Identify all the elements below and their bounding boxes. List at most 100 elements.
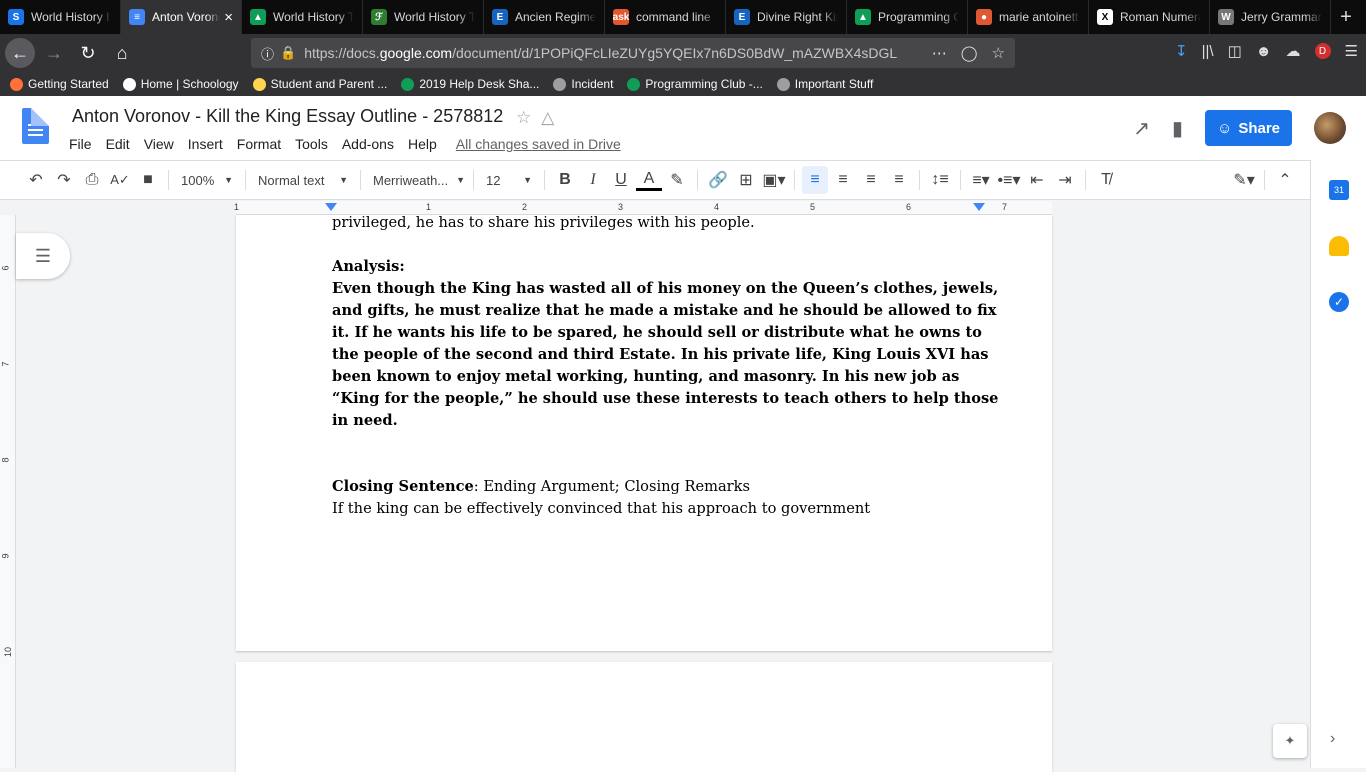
document-outline-button[interactable]: ☰: [16, 233, 70, 279]
document-title[interactable]: Anton Voronov - Kill the King Essay Outl…: [72, 106, 503, 127]
bold-icon[interactable]: B: [552, 166, 578, 194]
profile-badge-icon[interactable]: D: [1314, 43, 1331, 59]
comment-icon[interactable]: ▮: [1172, 116, 1183, 141]
menu-view[interactable]: View: [137, 134, 181, 154]
decrease-indent-icon[interactable]: ⇤: [1024, 166, 1050, 194]
italic-icon[interactable]: I: [580, 166, 606, 194]
collapse-menus-icon[interactable]: ⌃: [1272, 166, 1298, 194]
expand-panel-icon[interactable]: ›: [1330, 730, 1335, 748]
underline-icon[interactable]: U: [608, 166, 634, 194]
browser-tab[interactable]: S World History I: [0, 0, 121, 34]
new-tab-button[interactable]: +: [1331, 0, 1361, 34]
menu-insert[interactable]: Insert: [181, 134, 230, 154]
account-icon[interactable]: ☻: [1256, 43, 1272, 60]
menu-file[interactable]: File: [62, 134, 99, 154]
bookmark-star-icon[interactable]: ☆: [992, 44, 1005, 62]
keep-icon[interactable]: [1329, 236, 1349, 256]
align-center-icon[interactable]: ≡: [830, 166, 856, 194]
browser-tab[interactable]: ▲ Programming C: [847, 0, 968, 34]
insert-image-icon[interactable]: ▣▾: [761, 166, 787, 194]
star-icon[interactable]: ☆: [516, 108, 531, 128]
font-size-select[interactable]: 12 ▼: [480, 166, 538, 194]
align-right-icon[interactable]: ≡: [858, 166, 884, 194]
reload-button[interactable]: ↻: [73, 38, 103, 68]
divider: [794, 170, 795, 190]
highlight-icon[interactable]: ✎: [664, 166, 690, 194]
increase-indent-icon[interactable]: ⇥: [1052, 166, 1078, 194]
font-select[interactable]: Merriweath... ▼: [367, 166, 467, 194]
menu-edit[interactable]: Edit: [99, 134, 137, 154]
clear-formatting-icon[interactable]: T̸: [1093, 166, 1119, 194]
browser-tab[interactable]: W Jerry Grammar: [1210, 0, 1331, 34]
browser-tab[interactable]: ℱ World History T: [363, 0, 484, 34]
info-icon[interactable]: ⓘ: [261, 44, 274, 63]
divider: [1264, 170, 1265, 190]
document-body[interactable]: privileged, he has to share his privileg…: [332, 214, 998, 520]
print-icon[interactable]: ⎙: [79, 166, 105, 194]
tasks-icon[interactable]: ✓: [1329, 292, 1349, 312]
share-button[interactable]: ☺ Share: [1205, 110, 1292, 146]
explore-button[interactable]: ✦: [1273, 724, 1307, 758]
browser-tab[interactable]: X Roman Numera: [1089, 0, 1210, 34]
menu-help[interactable]: Help: [401, 134, 444, 154]
move-to-drive-icon[interactable]: △: [541, 108, 554, 128]
calendar-icon[interactable]: 31: [1329, 180, 1349, 200]
zoom-select[interactable]: 100% ▼: [175, 166, 239, 194]
docs-logo-icon[interactable]: [22, 108, 49, 144]
undo-icon[interactable]: ↶: [23, 166, 49, 194]
menu-addons[interactable]: Add-ons: [335, 134, 401, 154]
bookmark-item[interactable]: Incident: [553, 77, 613, 91]
menu-icon[interactable]: ☰: [1345, 42, 1358, 60]
close-tab-icon[interactable]: ×: [224, 9, 233, 26]
save-status-link[interactable]: All changes saved in Drive: [456, 134, 621, 154]
vertical-ruler[interactable]: 6 7 8 9 10: [0, 215, 16, 768]
sidebar-icon[interactable]: ◫: [1228, 42, 1242, 60]
browser-tab[interactable]: ● marie antoinett: [968, 0, 1089, 34]
text-color-icon[interactable]: A: [636, 169, 662, 191]
link-icon[interactable]: 🔗: [705, 166, 731, 194]
avatar[interactable]: [1314, 112, 1346, 144]
activity-trend-icon[interactable]: ↗: [1133, 116, 1150, 141]
bookmark-item[interactable]: Home | Schoology: [122, 77, 239, 91]
browser-nav-bar: ← → ↻ ⌂ ⓘ 🔒 https://docs.google.com/docu…: [0, 34, 1366, 72]
bookmark-item[interactable]: Important Stuff: [776, 77, 873, 91]
line-spacing-icon[interactable]: ↕≡: [927, 166, 953, 194]
extension-icon[interactable]: ☁: [1286, 42, 1301, 60]
redo-icon[interactable]: ↷: [51, 166, 77, 194]
align-left-icon[interactable]: ≡: [802, 166, 828, 194]
paint-format-icon[interactable]: ■: [135, 166, 161, 194]
download-icon[interactable]: ↧: [1175, 42, 1188, 60]
right-indent-marker-icon[interactable]: [973, 203, 985, 211]
address-bar[interactable]: ⓘ 🔒 https://docs.google.com/document/d/1…: [251, 38, 1015, 68]
browser-tab[interactable]: ≡ Anton Voronov ×: [121, 0, 242, 34]
forward-button[interactable]: →: [39, 38, 69, 68]
browser-tab[interactable]: ask command line: [605, 0, 726, 34]
tab-label: command line: [636, 10, 711, 24]
page-actions-icon[interactable]: ⋯: [932, 44, 947, 62]
back-button[interactable]: ←: [5, 38, 35, 68]
bulleted-list-icon[interactable]: •≡▾: [996, 166, 1022, 194]
justify-icon[interactable]: ≡: [886, 166, 912, 194]
bookmark-item[interactable]: Student and Parent ...: [252, 77, 387, 91]
pocket-icon[interactable]: ◯: [961, 44, 978, 62]
share-label: Share: [1238, 119, 1281, 137]
home-button[interactable]: ⌂: [107, 38, 137, 68]
tab-label: Roman Numera: [1120, 10, 1201, 24]
bookmark-item[interactable]: Programming Club -...: [627, 77, 763, 91]
bookmark-item[interactable]: Getting Started: [10, 77, 109, 91]
editing-mode-icon[interactable]: ✎▾: [1231, 166, 1257, 194]
menu-tools[interactable]: Tools: [288, 134, 335, 154]
browser-tab[interactable]: E Divine Right Kin: [726, 0, 847, 34]
style-select[interactable]: Normal text ▼: [252, 166, 354, 194]
left-indent-marker-icon[interactable]: [325, 203, 337, 211]
spellcheck-icon[interactable]: A✓: [107, 166, 133, 194]
insert-comment-icon[interactable]: ⊞: [733, 166, 759, 194]
bookmark-item[interactable]: 2019 Help Desk Sha...: [401, 77, 539, 91]
browser-tab[interactable]: E Ancien Regime: [484, 0, 605, 34]
browser-tab[interactable]: ▲ World History T: [242, 0, 363, 34]
library-icon[interactable]: ||\: [1202, 43, 1214, 60]
document-page[interactable]: privileged, he has to share his privileg…: [236, 214, 1052, 651]
numbered-list-icon[interactable]: ≡▾: [968, 166, 994, 194]
document-page-2[interactable]: [236, 662, 1052, 772]
menu-format[interactable]: Format: [230, 134, 288, 154]
